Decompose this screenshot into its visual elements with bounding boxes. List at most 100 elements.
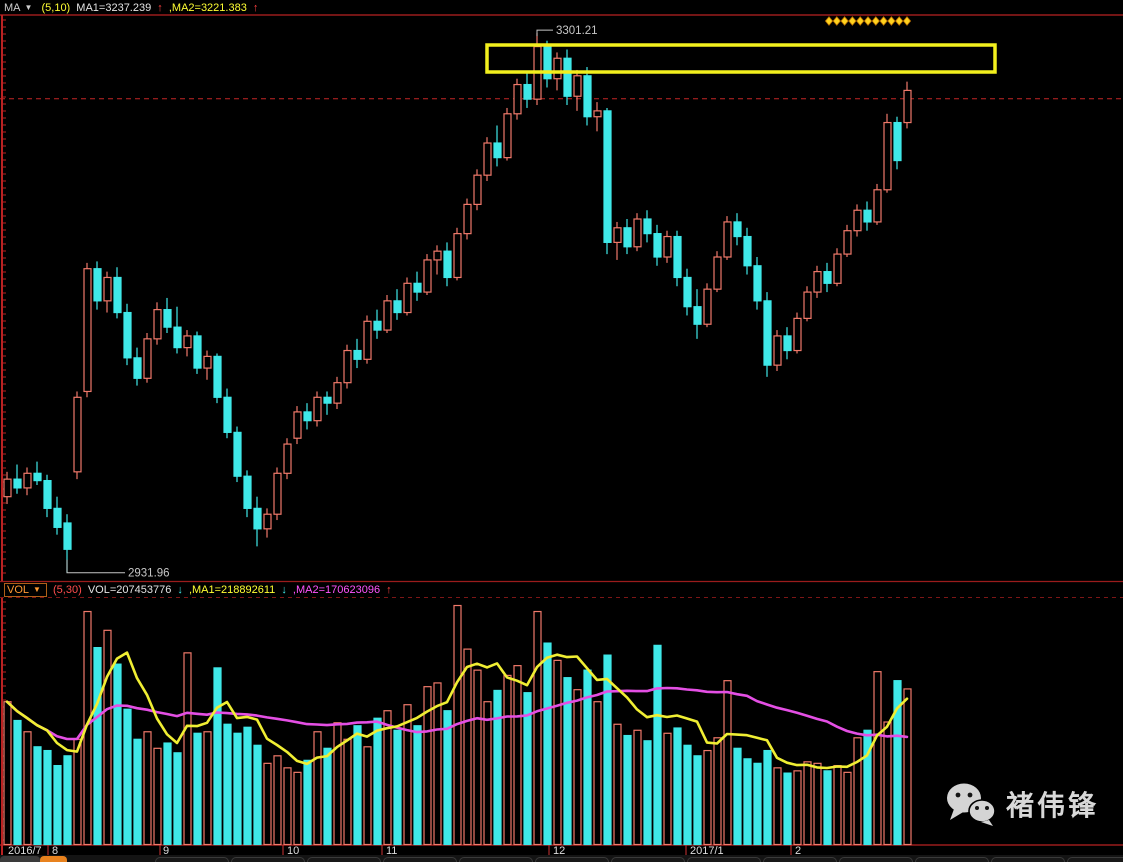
candle-body bbox=[553, 57, 562, 80]
volume-bar bbox=[543, 642, 552, 846]
volume-bar bbox=[463, 648, 472, 846]
candle-body bbox=[643, 218, 652, 235]
diamond-icon bbox=[824, 16, 834, 26]
candle-body bbox=[143, 338, 152, 379]
volume-bar bbox=[823, 770, 832, 846]
wechat-icon bbox=[947, 783, 996, 826]
volume-bar bbox=[793, 770, 802, 846]
highlight-rectangle bbox=[485, 43, 997, 74]
candle-body bbox=[803, 291, 812, 319]
candle-body bbox=[383, 300, 392, 331]
candle-body bbox=[423, 259, 432, 293]
volume-bar bbox=[843, 771, 852, 846]
volume-bar bbox=[623, 734, 632, 846]
candle-body bbox=[663, 235, 672, 258]
volume-bar bbox=[133, 738, 142, 846]
volume-bar bbox=[333, 722, 342, 846]
volume-bar bbox=[393, 729, 402, 846]
volume-bar bbox=[653, 644, 662, 846]
candle-body bbox=[243, 475, 252, 509]
volume-bar bbox=[813, 762, 822, 846]
candle-body bbox=[363, 320, 372, 360]
bottom-tab[interactable] bbox=[687, 857, 761, 862]
bottom-tab[interactable] bbox=[1067, 857, 1123, 862]
volume-bar bbox=[193, 732, 202, 846]
volume-bar bbox=[303, 759, 312, 846]
bottom-tab[interactable] bbox=[763, 857, 837, 862]
vol-ma1-value: ,MA1=218892611 bbox=[188, 584, 276, 596]
chevron-down-icon: ▼ bbox=[33, 585, 41, 594]
candle-body bbox=[333, 382, 342, 404]
candle-body bbox=[193, 335, 202, 369]
bottom-tab[interactable] bbox=[535, 857, 609, 862]
vol-indicator-dropdown[interactable]: VOL ▼ bbox=[4, 583, 47, 597]
volume-bar bbox=[613, 723, 622, 846]
volume-bar bbox=[783, 772, 792, 846]
volume-bar bbox=[773, 767, 782, 846]
candlestick-series bbox=[3, 33, 912, 573]
volume-bar bbox=[883, 721, 892, 846]
bottom-tab[interactable] bbox=[991, 857, 1065, 862]
candle-body bbox=[903, 89, 912, 124]
bottom-tab[interactable] bbox=[307, 857, 381, 862]
bottom-tab[interactable] bbox=[839, 857, 913, 862]
bottom-tab[interactable] bbox=[231, 857, 305, 862]
volume-bar bbox=[183, 652, 192, 846]
candle-body bbox=[873, 189, 882, 223]
volume-bar bbox=[33, 746, 42, 846]
volume-bar bbox=[63, 755, 72, 846]
bottom-tab[interactable] bbox=[611, 857, 685, 862]
candle-body bbox=[163, 309, 172, 328]
candle-body bbox=[813, 271, 822, 293]
volume-bar bbox=[113, 663, 122, 846]
volume-bar bbox=[223, 723, 232, 846]
volume-bar bbox=[903, 688, 912, 846]
diamond-markers bbox=[824, 16, 912, 26]
volume-bar bbox=[513, 665, 522, 846]
candle-body bbox=[73, 396, 82, 473]
volume-bar bbox=[643, 740, 652, 846]
volume-pane-header: VOL ▼ (5,30) VOL=207453776 ↓ ,MA1=2188926… bbox=[4, 583, 395, 597]
volume-bar bbox=[293, 771, 302, 846]
candle-body bbox=[793, 317, 802, 352]
candle-body bbox=[753, 265, 762, 302]
volume-bar bbox=[753, 762, 762, 846]
candle-body bbox=[433, 250, 442, 261]
candle-body bbox=[883, 121, 892, 191]
candle-body bbox=[183, 335, 192, 349]
volume-bar bbox=[853, 737, 862, 846]
candle-body bbox=[23, 472, 32, 489]
ma-indicator-dropdown[interactable]: MA ▼ bbox=[4, 2, 35, 14]
volume-bar bbox=[593, 701, 602, 846]
candle-body bbox=[373, 320, 382, 331]
candle-body bbox=[503, 113, 512, 159]
candle-body bbox=[253, 507, 262, 530]
candle-body bbox=[583, 75, 592, 118]
candle-body bbox=[763, 300, 772, 366]
diamond-icon bbox=[848, 16, 857, 26]
volume-bar bbox=[13, 719, 22, 846]
bottom-tab[interactable] bbox=[155, 857, 229, 862]
volume-bar bbox=[403, 704, 412, 846]
bottom-tab[interactable] bbox=[383, 857, 457, 862]
volume-bar bbox=[273, 755, 282, 846]
volume-bar bbox=[363, 746, 372, 846]
candle-body bbox=[103, 276, 112, 302]
candle-body bbox=[13, 478, 22, 489]
bottom-tab[interactable] bbox=[915, 857, 989, 862]
bottom-tab[interactable] bbox=[459, 857, 533, 862]
candle-body bbox=[223, 396, 232, 433]
candle-body bbox=[93, 268, 102, 302]
volume-bar bbox=[603, 654, 612, 846]
trading-terminal-screen: 3301.21 2931.96 MA ▼ (5,10) MA1=3237.239 ↑… bbox=[0, 0, 1123, 862]
diamond-icon bbox=[856, 16, 865, 26]
volume-bar bbox=[443, 710, 452, 846]
volume-bar bbox=[243, 726, 252, 846]
low-pointer-line bbox=[66, 559, 125, 574]
candle-body bbox=[403, 282, 412, 314]
candle-body bbox=[293, 411, 302, 439]
candle-body bbox=[523, 83, 532, 100]
chart-canvas: 3301.21 2931.96 bbox=[0, 14, 1123, 856]
volume-bar bbox=[23, 731, 32, 846]
candle-body bbox=[393, 300, 402, 314]
